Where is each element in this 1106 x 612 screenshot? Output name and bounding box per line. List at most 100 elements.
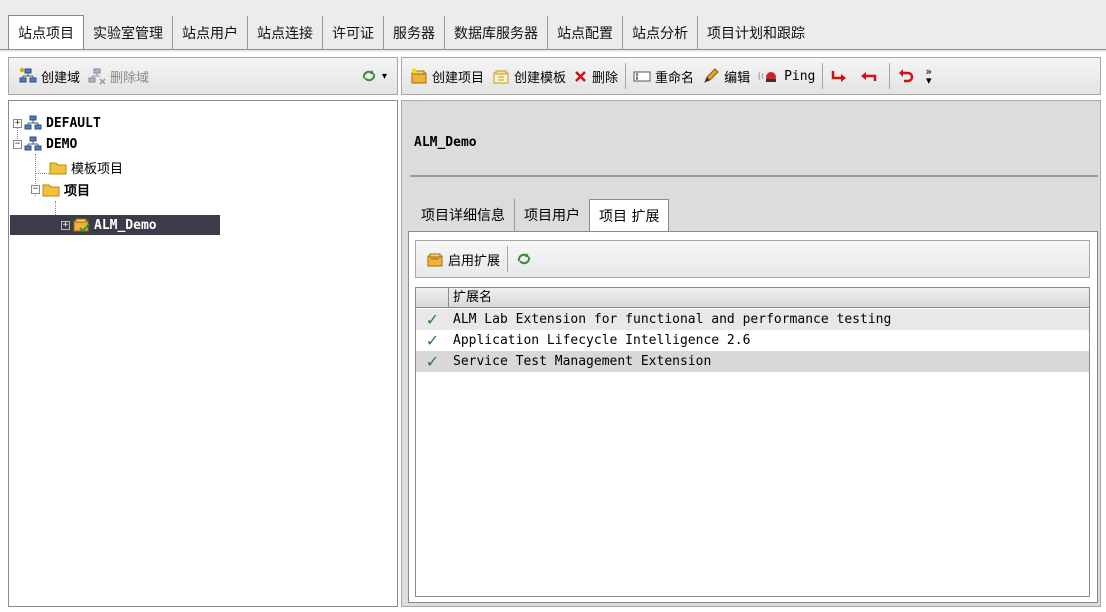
refresh-icon <box>515 250 533 268</box>
toolbar-separator <box>889 63 891 89</box>
table-row[interactable]: ✓ Application Lifecycle Intelligence 2.6 <box>416 330 1089 351</box>
project-panel: 创建项目 创建模板 删除 重命名 编辑 Ping » ▾ ALM_Demo 项目… <box>401 57 1101 607</box>
domain-panel: 创建域 删除域 ▾ + DEFAULT − DEMO 模板项目 − 项目 + A… <box>8 57 398 607</box>
enabled-column-header[interactable] <box>416 288 449 307</box>
create-domain-icon <box>19 67 37 85</box>
create-domain-label: 创建域 <box>41 70 81 86</box>
tree-node-projects[interactable]: − 项目 <box>31 179 90 199</box>
delete-domain-button[interactable]: 删除域 <box>84 63 153 89</box>
tree-node-label: ALM_Demo <box>94 217 157 233</box>
tab-site-analysis[interactable]: 站点分析 <box>623 16 698 49</box>
check-icon: ✓ <box>425 310 440 329</box>
delete-button[interactable]: 删除 <box>570 63 622 89</box>
table-row[interactable]: ✓ Service Test Management Extension <box>416 351 1089 372</box>
extension-name: ALM Lab Extension for functional and per… <box>453 312 892 327</box>
expand-icon[interactable]: + <box>13 118 22 128</box>
arrow-back-icon <box>860 67 878 85</box>
project-toolbar: 创建项目 创建模板 删除 重命名 编辑 Ping » ▾ <box>401 57 1101 95</box>
toolbar-overflow-button[interactable]: » ▾ <box>923 63 934 89</box>
project-icon <box>72 216 90 234</box>
grid-header: 扩展名 <box>416 288 1089 308</box>
rename-icon <box>633 67 651 85</box>
tab-licenses[interactable]: 许可证 <box>323 16 384 49</box>
folder-icon <box>49 158 67 176</box>
create-project-label: 创建项目 <box>432 70 485 86</box>
tab-lab-management[interactable]: 实验室管理 <box>84 16 173 49</box>
tab-db-servers[interactable]: 数据库服务器 <box>445 16 548 49</box>
domain-toolbar: 创建域 删除域 ▾ <box>8 57 398 95</box>
top-tab-bar: 站点项目 实验室管理 站点用户 站点连接 许可证 服务器 数据库服务器 站点配置… <box>0 0 1106 52</box>
undo-icon <box>897 67 915 85</box>
tree-node-label: 模板项目 <box>71 161 124 177</box>
create-template-icon <box>492 67 510 85</box>
collapse-icon[interactable]: − <box>13 139 22 149</box>
collapse-icon[interactable]: − <box>31 184 40 194</box>
edit-button[interactable]: 编辑 <box>698 63 754 89</box>
table-row[interactable]: ✓ ALM Lab Extension for functional and p… <box>416 309 1089 330</box>
enable-extension-icon <box>426 250 444 268</box>
domain-icon <box>24 135 42 153</box>
project-detail-area: ALM_Demo 项目详细信息 项目用户 项目 扩展 启用扩展 扩展名 ✓ AL… <box>401 100 1101 607</box>
domain-icon <box>24 114 42 132</box>
ping-button[interactable]: Ping <box>754 63 819 89</box>
create-template-button[interactable]: 创建模板 <box>488 63 570 89</box>
tree-node-template-projects[interactable]: 模板项目 <box>49 157 123 177</box>
chevron-double-right-icon: » ▾ <box>925 65 933 87</box>
divider <box>410 175 1098 177</box>
tab-site-projects[interactable]: 站点项目 <box>8 15 84 50</box>
delete-label: 删除 <box>592 70 619 86</box>
tab-servers[interactable]: 服务器 <box>384 16 445 49</box>
delete-icon <box>574 67 588 85</box>
move-button[interactable] <box>826 63 856 89</box>
project-title: ALM_Demo <box>414 135 477 150</box>
refresh-button[interactable] <box>511 246 541 272</box>
rename-label: 重命名 <box>655 70 695 86</box>
undo-button[interactable] <box>893 63 923 89</box>
arrow-right-red-icon <box>830 67 848 85</box>
tree-node-alm-demo[interactable]: + ALM_Demo <box>61 215 157 235</box>
pencil-icon <box>702 67 720 85</box>
enable-extensions-label: 启用扩展 <box>448 253 501 269</box>
tab-site-users[interactable]: 站点用户 <box>173 16 248 49</box>
ping-icon <box>758 67 780 85</box>
tree-node-label: DEFAULT <box>46 115 101 131</box>
tree-node-label: DEMO <box>46 136 78 152</box>
tab-project-details[interactable]: 项目详细信息 <box>412 199 515 231</box>
toolbar-separator <box>822 63 824 89</box>
extension-name-column-header[interactable]: 扩展名 <box>449 288 492 307</box>
delete-domain-label: 删除域 <box>110 70 150 86</box>
tree-node-label: 项目 <box>64 183 91 199</box>
create-project-button[interactable]: 创建项目 <box>406 63 488 89</box>
tab-project-extensions[interactable]: 项目 扩展 <box>589 199 670 232</box>
extension-name: Application Lifecycle Intelligence 2.6 <box>453 333 751 348</box>
extension-name: Service Test Management Extension <box>453 354 712 369</box>
folder-icon <box>42 180 60 198</box>
tab-site-connections[interactable]: 站点连接 <box>248 16 323 49</box>
project-subtabs: 项目详细信息 项目用户 项目 扩展 <box>412 199 670 232</box>
toolbar-separator <box>625 63 627 89</box>
refresh-dropdown-button[interactable]: ▾ <box>356 63 391 89</box>
enable-extensions-button[interactable]: 启用扩展 <box>422 246 504 272</box>
delete-domain-icon <box>88 67 106 85</box>
tab-project-users[interactable]: 项目用户 <box>515 199 589 231</box>
check-icon: ✓ <box>425 331 440 350</box>
toolbar-separator <box>507 246 509 272</box>
expand-icon[interactable]: + <box>61 220 70 230</box>
ping-label: Ping <box>784 68 816 84</box>
tab-project-planning[interactable]: 项目计划和跟踪 <box>698 16 814 49</box>
extensions-grid: 扩展名 ✓ ALM Lab Extension for functional a… <box>415 287 1090 597</box>
rename-button[interactable]: 重命名 <box>629 63 698 89</box>
tab-site-config[interactable]: 站点配置 <box>548 16 623 49</box>
chevron-down-icon: ▾ <box>381 70 387 82</box>
tree-node-default[interactable]: + DEFAULT <box>13 113 101 133</box>
check-icon: ✓ <box>425 352 440 371</box>
refresh-icon <box>360 67 378 85</box>
create-domain-button[interactable]: 创建域 <box>15 63 84 89</box>
tree-node-demo[interactable]: − DEMO <box>13 134 77 154</box>
extensions-panel: 启用扩展 扩展名 ✓ ALM Lab Extension for functio… <box>408 231 1098 603</box>
extensions-toolbar: 启用扩展 <box>415 240 1090 278</box>
create-template-label: 创建模板 <box>514 70 567 86</box>
domain-tree: + DEFAULT − DEMO 模板项目 − 项目 + ALM_Demo <box>8 100 398 607</box>
create-project-icon <box>410 67 428 85</box>
back-button[interactable] <box>856 63 886 89</box>
